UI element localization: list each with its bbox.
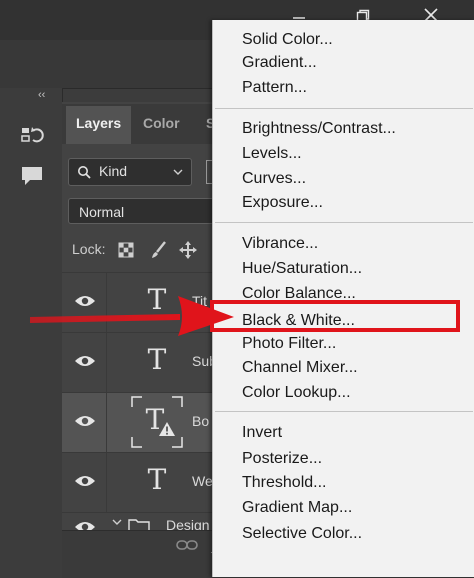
filter-kind-label: Kind	[99, 163, 128, 179]
menu-separator	[215, 108, 473, 109]
visibility-divider	[106, 393, 107, 453]
blend-mode-select[interactable]: Normal	[68, 198, 218, 224]
folder-icon	[128, 519, 150, 531]
eye-icon[interactable]	[74, 413, 96, 429]
menu-item-brightness-contrast[interactable]: Brightness/Contrast...	[242, 119, 396, 139]
layer-filter-kind-select[interactable]: Kind	[68, 158, 192, 186]
lock-label: Lock:	[72, 241, 106, 257]
menu-item-pattern[interactable]: Pattern...	[242, 78, 307, 98]
menu-item-selective-color[interactable]: Selective Color...	[242, 524, 362, 544]
menu-item-posterize[interactable]: Posterize...	[242, 449, 322, 469]
layer-name: We	[192, 473, 213, 489]
lock-brush-icon[interactable]	[148, 240, 168, 260]
menu-item-curves[interactable]: Curves...	[242, 169, 306, 189]
menu-item-invert[interactable]: Invert	[242, 423, 282, 443]
layer-name: Bo	[192, 413, 210, 429]
menu-item-solid-color[interactable]: Solid Color...	[242, 30, 333, 50]
text-layer-icon: T	[147, 463, 167, 496]
eye-icon[interactable]	[74, 473, 96, 489]
warning-icon	[159, 422, 175, 436]
menu-item-gradient[interactable]: Gradient...	[242, 53, 317, 73]
tab-layers[interactable]: Layers	[66, 106, 132, 144]
search-icon	[78, 166, 91, 179]
menu-item-threshold[interactable]: Threshold...	[242, 473, 326, 493]
annotation-arrow-icon	[30, 296, 234, 336]
menu-item-color-lookup[interactable]: Color Lookup...	[242, 383, 351, 403]
tab-color[interactable]: Color	[133, 106, 190, 144]
history-icon[interactable]	[18, 122, 46, 150]
menu-item-channel-mixer[interactable]: Channel Mixer...	[242, 358, 358, 378]
adjustment-layer-menu: Solid Color... Gradient... Pattern... Br…	[212, 20, 474, 577]
visibility-divider	[106, 333, 107, 393]
menu-item-levels[interactable]: Levels...	[242, 144, 302, 164]
layer-name: Design	[166, 517, 210, 531]
comments-icon[interactable]	[18, 162, 46, 190]
chevron-down-icon	[173, 169, 183, 175]
menu-item-vibrance[interactable]: Vibrance...	[242, 234, 318, 254]
menu-separator	[215, 222, 473, 223]
menu-item-exposure[interactable]: Exposure...	[242, 193, 323, 213]
menu-item-gradient-map[interactable]: Gradient Map...	[242, 498, 352, 518]
text-layer-icon: T	[147, 343, 167, 376]
collapse-panels-button[interactable]: ‹‹	[38, 88, 58, 102]
highlight-box	[210, 300, 460, 332]
lock-move-icon[interactable]	[178, 240, 198, 260]
visibility-divider	[106, 453, 107, 513]
menu-item-photo-filter[interactable]: Photo Filter...	[242, 334, 336, 354]
lock-pixels-icon[interactable]	[118, 242, 134, 258]
eye-icon[interactable]	[74, 353, 96, 369]
menu-item-hue-saturation[interactable]: Hue/Saturation...	[242, 259, 362, 279]
chevron-right-icon[interactable]	[112, 519, 122, 529]
link-layers-icon[interactable]	[176, 538, 198, 552]
menu-separator	[215, 411, 473, 412]
